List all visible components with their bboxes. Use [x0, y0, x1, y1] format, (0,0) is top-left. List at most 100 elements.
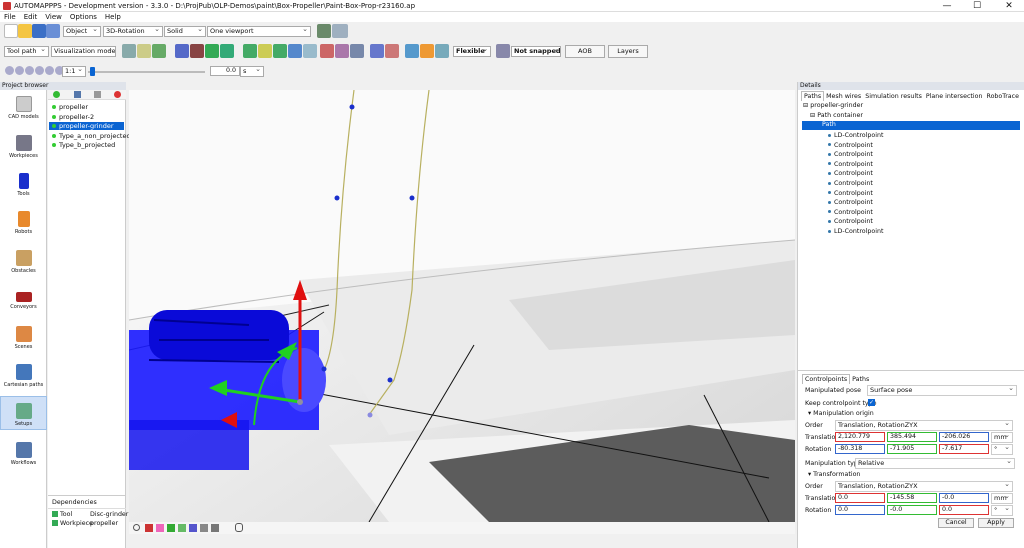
tree-item-type-a[interactable]: Type_a_non_projected	[52, 132, 131, 140]
transform-rotation-z[interactable]: 0.0	[939, 505, 989, 515]
order-select[interactable]: Translation, RotationZYX	[835, 420, 1013, 431]
curve-red-icon[interactable]	[320, 44, 334, 58]
screen-icon[interactable]	[332, 24, 348, 38]
3d-viewport[interactable]	[129, 90, 795, 522]
save-setup-icon[interactable]	[74, 91, 81, 98]
origin-translation-z[interactable]: -206.026	[939, 432, 989, 442]
controlpoint-item[interactable]: LD-Controlpoint	[828, 132, 883, 139]
category-cartesian-paths[interactable]: Cartesian paths	[0, 364, 47, 388]
tab-paths[interactable]: Paths	[801, 91, 825, 101]
view-back-icon[interactable]	[156, 524, 164, 532]
render-select[interactable]: Solid	[164, 26, 206, 37]
view-top-icon[interactable]	[189, 524, 197, 532]
controlpoint-item[interactable]: Controlpoint	[828, 209, 873, 216]
add-icon[interactable]	[53, 91, 60, 98]
keep-type-checkbox[interactable]: ✓	[868, 399, 875, 406]
origin-rotation-y[interactable]: -71.905	[887, 444, 937, 454]
controlpoint-item[interactable]: Controlpoint	[828, 142, 873, 149]
view-right-icon[interactable]	[178, 524, 186, 532]
step-forward-icon[interactable]	[45, 66, 54, 75]
cross-section-icon[interactable]	[405, 44, 419, 58]
transform-rotation-y[interactable]: -0.0	[887, 505, 937, 515]
delete-icon[interactable]	[114, 91, 121, 98]
snap-icon[interactable]	[496, 44, 510, 58]
toolpath-select[interactable]: Tool path	[4, 46, 49, 57]
time-input[interactable]: 0.0	[210, 66, 240, 76]
controlpoint-item[interactable]: Controlpoint	[828, 190, 873, 197]
origin-section-header[interactable]: ▾ Manipulation origin	[808, 410, 874, 417]
tab-mesh-wires[interactable]: Mesh wires	[824, 92, 863, 101]
category-cad-models[interactable]: CAD models	[0, 96, 47, 120]
aob-button[interactable]: AOB	[565, 45, 605, 58]
transform-translation-z[interactable]: -0.0	[939, 493, 989, 503]
view-front-icon[interactable]	[145, 524, 153, 532]
transform-order-select[interactable]: Translation, RotationZYX	[835, 481, 1013, 492]
gizmo-origin[interactable]	[297, 399, 303, 405]
menu-edit[interactable]: Edit	[20, 12, 42, 22]
manipulation-type-select[interactable]: Relative	[855, 458, 1015, 469]
tab-paths-sub[interactable]: Paths	[850, 375, 871, 384]
arm-yellow-icon[interactable]	[258, 44, 272, 58]
transform-translation-unit[interactable]: mm	[991, 493, 1013, 504]
speed-select[interactable]: 1:1	[62, 66, 86, 77]
tab-plane-intersection[interactable]: Plane intersection	[924, 92, 985, 101]
origin-translation-x[interactable]: 2,120.779	[835, 432, 885, 442]
zoom-icon[interactable]	[133, 524, 140, 531]
path-container-node[interactable]: ⊟ Path container	[810, 112, 863, 119]
wave-icon[interactable]	[435, 44, 449, 58]
controlpoint-item[interactable]: LD-Controlpoint	[828, 228, 883, 235]
control-point[interactable]	[349, 104, 355, 110]
origin-rotation-x[interactable]: -80.318	[835, 444, 885, 454]
rotation-select[interactable]: 3D-Rotation	[103, 26, 163, 37]
path-edit-icon[interactable]	[122, 44, 136, 58]
control-point[interactable]	[367, 412, 373, 418]
translation-unit-select[interactable]: mm	[991, 432, 1013, 443]
tree-item-type-b[interactable]: Type_b_projected	[52, 141, 115, 149]
mode-select[interactable]: Object	[63, 26, 101, 37]
controlpoint-item[interactable]: Controlpoint	[828, 151, 873, 158]
menu-view[interactable]: View	[41, 12, 66, 22]
step-back-icon[interactable]	[15, 66, 24, 75]
rotation-unit-select[interactable]: °	[991, 444, 1013, 455]
play-back-icon[interactable]	[25, 66, 34, 75]
snap-select[interactable]: Not snapped	[511, 46, 561, 57]
category-workflows[interactable]: Workflows	[0, 442, 47, 466]
view-iso-icon[interactable]	[211, 524, 219, 532]
category-conveyors[interactable]: Conveyors	[0, 288, 47, 310]
category-robots[interactable]: Robots	[0, 211, 47, 235]
tab-robotrace[interactable]: RoboTrace	[984, 92, 1021, 101]
hand-pan-icon[interactable]	[235, 523, 243, 532]
menu-file[interactable]: File	[0, 12, 20, 22]
category-obstacles[interactable]: Obstacles	[0, 250, 47, 274]
controlpoint-item[interactable]: Controlpoint	[828, 161, 873, 168]
category-workpieces[interactable]: Workpieces	[0, 135, 47, 159]
cube-icon[interactable]	[175, 44, 189, 58]
layers-stack-icon[interactable]	[303, 44, 317, 58]
axis-icon[interactable]	[420, 44, 434, 58]
tab-controlpoints[interactable]: Controlpoints	[802, 374, 851, 384]
arm-icon[interactable]	[243, 44, 257, 58]
origin-rotation-z[interactable]: -7.617	[939, 444, 989, 454]
time-unit-select[interactable]: s	[240, 66, 264, 77]
origin-translation-y[interactable]: 385.494	[887, 432, 937, 442]
robot-view-icon[interactable]	[317, 24, 331, 38]
controlpoint-item[interactable]: Controlpoint	[828, 170, 873, 177]
transform-section-header[interactable]: ▾ Transformation	[808, 471, 860, 478]
rewind-start-icon[interactable]	[5, 66, 14, 75]
tab-simulation-results[interactable]: Simulation results	[863, 92, 924, 101]
transform-rotation-unit[interactable]: °	[991, 505, 1013, 516]
view-left-icon[interactable]	[167, 524, 175, 532]
path-add-icon[interactable]	[152, 44, 166, 58]
open-folder-icon[interactable]	[18, 24, 32, 38]
tree-root[interactable]: ⊟ propeller-grinder	[803, 102, 863, 109]
scissors-icon[interactable]	[385, 44, 399, 58]
curve-blue-icon[interactable]	[350, 44, 364, 58]
transform-rotation-x[interactable]: 0.0	[835, 505, 885, 515]
path-tool-icon[interactable]	[137, 44, 151, 58]
close-button[interactable]: ✕	[994, 0, 1024, 12]
tree-item-propeller-2[interactable]: propeller-2	[52, 113, 94, 121]
layers-button[interactable]: Layers	[608, 45, 648, 58]
controlpoint-item[interactable]: Controlpoint	[828, 218, 873, 225]
control-point[interactable]	[321, 366, 327, 372]
scene-canvas[interactable]	[129, 90, 795, 522]
